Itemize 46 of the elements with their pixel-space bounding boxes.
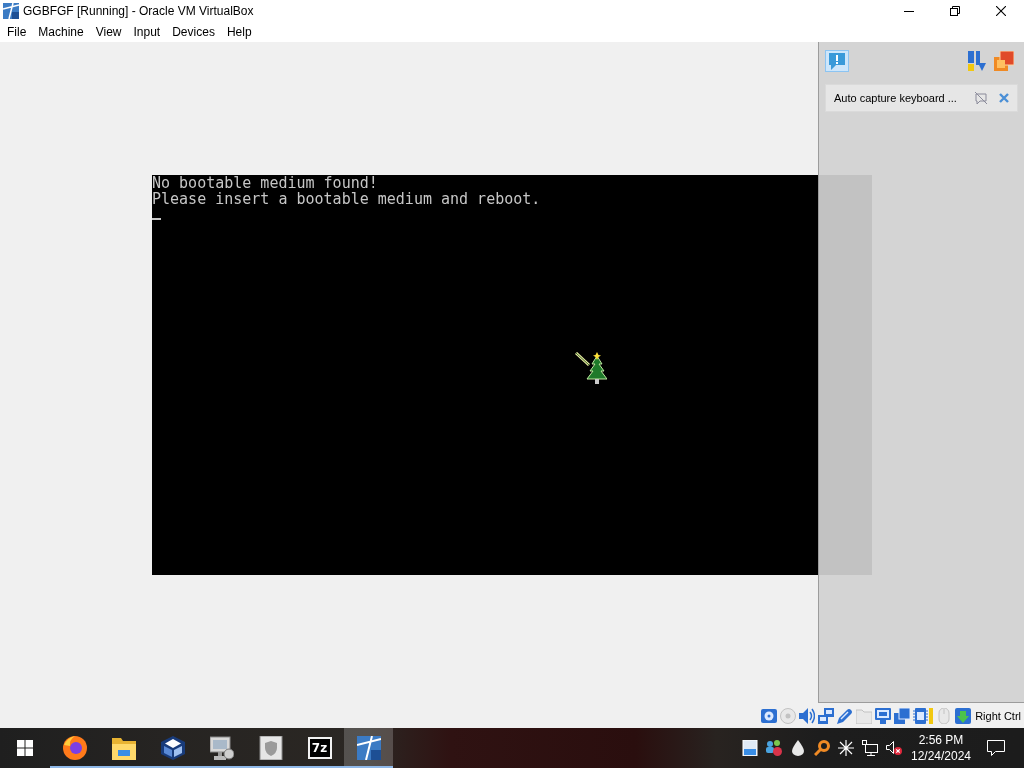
window-title: GGBFGF [Running] - Oracle VM VirtualBox	[23, 4, 254, 18]
speaker-icon[interactable]	[886, 740, 902, 756]
monitor-icon[interactable]	[875, 708, 892, 724]
chip-icon[interactable]	[913, 708, 934, 724]
archive-logo: 7z	[307, 737, 332, 759]
close-icon[interactable]	[999, 93, 1009, 103]
cube-icon	[160, 736, 185, 760]
alert-bubble-icon	[828, 52, 846, 70]
menu-item[interactable]: Devices	[166, 22, 221, 42]
menu-item[interactable]: View	[89, 22, 128, 42]
notifications-button[interactable]	[825, 50, 849, 72]
taskbar-button[interactable]: 7z	[295, 728, 344, 768]
text-cursor	[152, 218, 161, 220]
bars-icon[interactable]	[968, 51, 986, 71]
notification-text: Auto capture keyboard ...	[834, 92, 958, 104]
console-line: Please insert a bootable medium and reboot.	[152, 191, 541, 207]
window-pane-icon	[356, 736, 381, 760]
menu-item[interactable]: File	[1, 22, 33, 42]
close-icon	[996, 6, 1006, 16]
network-icon[interactable]	[862, 740, 878, 756]
folder-icon	[111, 736, 136, 760]
menu-item[interactable]: Help	[220, 22, 258, 42]
computer-icon	[209, 736, 234, 760]
menu-item[interactable]: Machine	[32, 22, 90, 42]
menu-item[interactable]: Input	[127, 22, 167, 42]
browser-icon	[62, 736, 87, 760]
stacked-windows-icon[interactable]	[994, 51, 1014, 71]
speech-bubble-icon	[987, 740, 1005, 756]
window-icon[interactable]	[742, 740, 758, 756]
down-arrow-icon[interactable]	[955, 708, 972, 724]
drop-icon[interactable]	[790, 740, 806, 756]
stacked-windows-icon[interactable]	[894, 708, 911, 724]
tree-cursor-icon	[575, 352, 607, 384]
clock-button[interactable]: 2:56 PM 12/24/2024	[906, 732, 976, 764]
crossed-bubble-icon[interactable]	[975, 92, 987, 104]
restore-icon	[950, 6, 960, 16]
taskbar-button[interactable]	[344, 728, 393, 768]
app-icon	[3, 3, 19, 19]
shield-icon	[258, 736, 283, 760]
pencil-icon[interactable]	[837, 708, 854, 724]
asterisk-icon[interactable]	[838, 740, 854, 756]
host-key-label: Right Ctrl	[975, 710, 1021, 722]
console-line: No bootable medium found!	[152, 175, 378, 191]
people-icon[interactable]	[766, 740, 782, 756]
windows-logo-icon	[17, 740, 33, 756]
magnifier-icon[interactable]	[814, 740, 830, 756]
